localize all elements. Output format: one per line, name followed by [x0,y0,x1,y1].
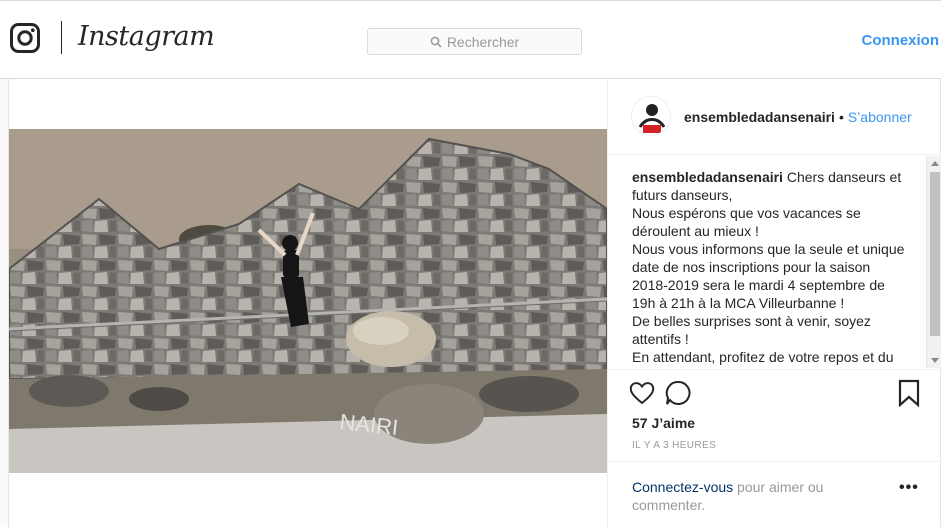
post-actions [608,369,941,409]
login-link-inline[interactable]: Connectez-vous [632,479,733,495]
caption-author[interactable]: ensembledadansenairi [632,169,783,185]
caption-line: Chers danseurs et [786,169,902,185]
follow-button[interactable]: S’abonner [848,109,912,125]
instagram-camera-icon[interactable] [10,23,40,53]
caption-line: Nous vous informons que la seule et uniq… [632,241,905,257]
caption-line: 2018-2019 sera le mardi 4 septembre de [632,277,885,293]
post-photo[interactable]: NAIRI [9,129,607,473]
caption-line: Nous espérons que vos vacances se [632,205,861,221]
post-author-row: ensembledadansenairi • S’abonner [684,109,912,125]
avatar[interactable] [631,96,671,136]
separator-dot: • [838,109,844,125]
more-options-icon[interactable]: ••• [899,479,919,497]
likes-count[interactable]: 57 J’aime [632,415,695,431]
caption-line: futurs danseurs, [632,187,733,203]
heart-icon[interactable] [628,379,656,407]
scroll-up-arrow-icon[interactable] [931,161,939,166]
search-icon [430,36,442,48]
caption-line: 19h à 21h à la MCA Villeurbanne ! [632,295,845,311]
instagram-wordmark[interactable]: Instagram [78,21,215,52]
post-header: ensembledadansenairi • S’abonner [608,79,941,155]
logo-divider [61,21,62,54]
post-timestamp[interactable]: IL Y A 3 HEURES [632,440,716,451]
scroll-down-arrow-icon[interactable] [931,358,939,363]
post-author[interactable]: ensembledadansenairi [684,109,835,125]
search-placeholder: Rechercher [446,33,520,50]
caption-line: déroulent au mieux ! [632,223,759,239]
caption: ensembledadansenairi Chers danseurs et f… [632,168,922,368]
post: NAIRI ensembledadansenairi • S’abonner e… [8,79,941,527]
comment-prompt: Connectez-vous pour aimer ou commenter. … [608,461,941,527]
login-to-comment: Connectez-vous pour aimer ou commenter. [632,478,872,514]
login-link[interactable]: Connexion [862,32,940,49]
caption-line: En attendant, profitez de votre repos et… [632,349,894,365]
top-nav: Instagram Rechercher Connexion [0,1,941,79]
caption-line: De belles surprises sont à venir, soyez [632,313,871,329]
search-input[interactable]: Rechercher [367,28,582,55]
bookmark-icon[interactable] [895,379,923,407]
post-sidebar: ensembledadansenairi • S’abonner ensembled… [607,79,941,527]
caption-line: date de nos inscriptions pour la saison [632,259,871,275]
caption-line: attentifs ! [632,331,689,347]
scrollbar-thumb[interactable] [930,172,940,336]
caption-scrollbar[interactable] [926,156,941,368]
comment-icon[interactable] [664,379,692,407]
page: Instagram Rechercher Connexion NAIRI ens… [0,0,941,527]
